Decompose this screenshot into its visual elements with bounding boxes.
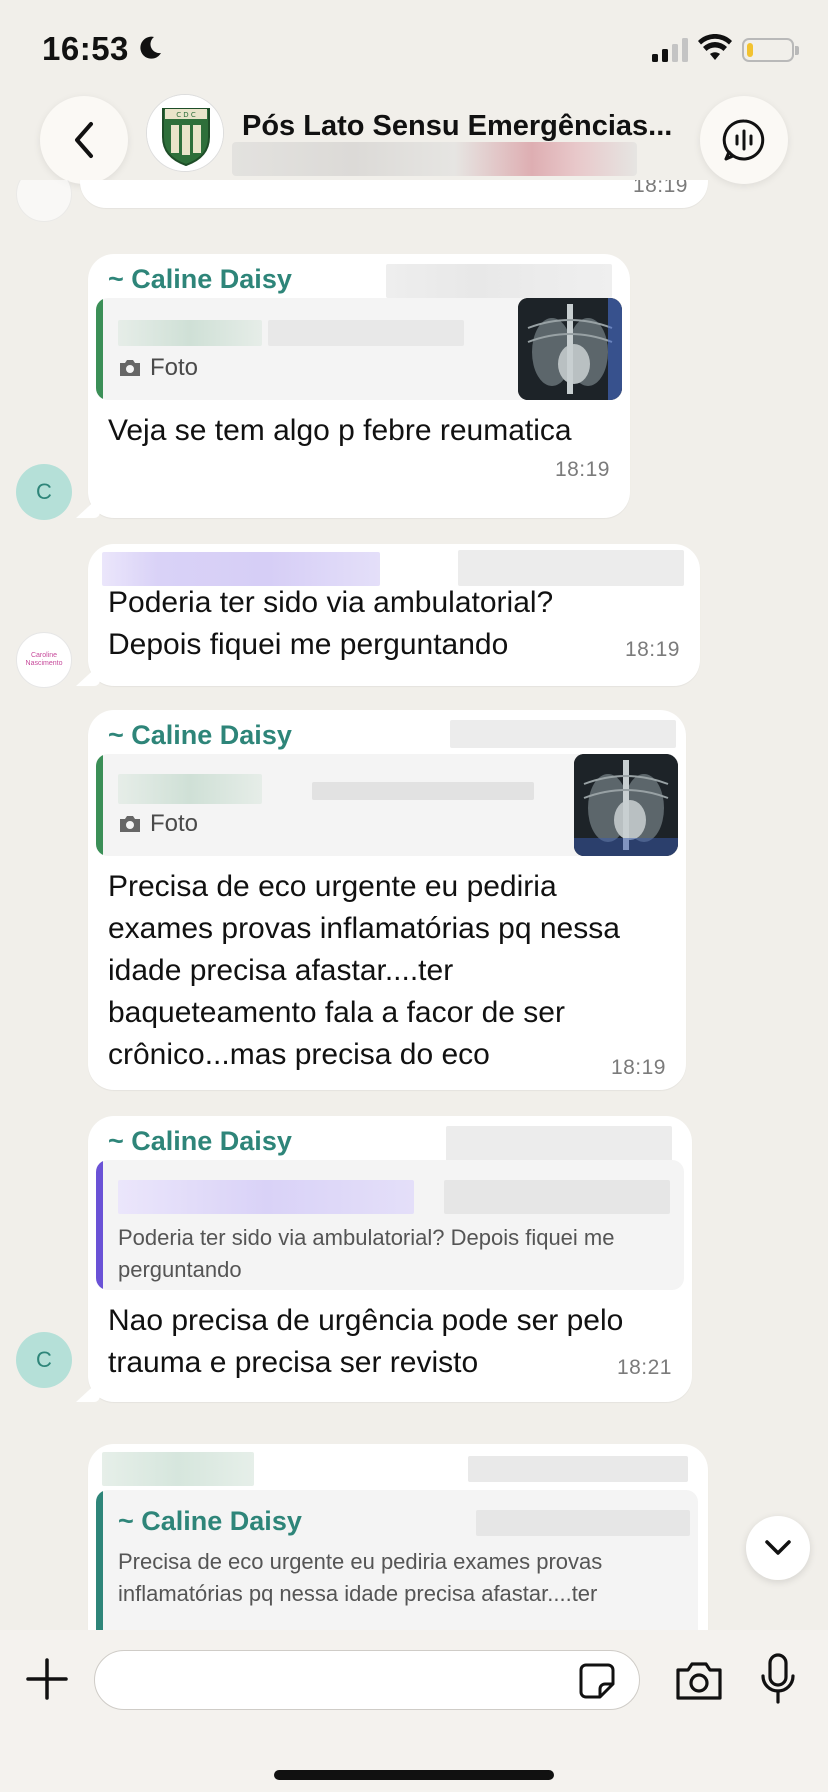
message-text: Nao precisa de urgência pode ser pelo tr…: [108, 1304, 624, 1379]
quote-sender-redacted: [118, 774, 262, 804]
phone-redacted: [468, 1456, 688, 1482]
quote-sender-redacted: [118, 1180, 414, 1214]
group-members-redacted: [232, 142, 637, 176]
sender-name: ~ Caline Daisy: [108, 1126, 292, 1156]
quote-sender-redacted: [118, 320, 262, 346]
audio-waveform-icon: [722, 119, 765, 161]
phone-redacted: [386, 264, 612, 298]
message-input[interactable]: [94, 1650, 640, 1710]
phone-redacted: [450, 720, 676, 748]
avatar[interactable]: C: [16, 464, 72, 520]
voice-chat-button[interactable]: [700, 96, 788, 184]
home-indicator: [274, 1770, 554, 1780]
message-bubble[interactable]: ~ Caline Daisy Poderia ter sido via ambu…: [76, 1116, 692, 1402]
quote-phone-redacted: [268, 320, 464, 346]
sender-redacted: [102, 552, 380, 586]
quoted-message[interactable]: Foto: [96, 298, 622, 400]
message-text-line: Poderia ter sido via ambulatorial?: [108, 586, 554, 619]
sender-name: ~ Caline Daisy: [108, 264, 292, 294]
status-time: 16:53: [42, 30, 129, 67]
phone-redacted: [446, 1126, 672, 1162]
sender-redacted: [102, 1452, 254, 1486]
quote-photo-label: Foto: [118, 354, 198, 382]
battery-icon: [742, 38, 799, 62]
quote-phone-redacted: [444, 1180, 670, 1214]
message-bubble[interactable]: ~ Caline Daisy Foto: [76, 254, 630, 518]
message-bubble[interactable]: ~ Caline Daisy Foto: [88, 710, 686, 1090]
quoted-message[interactable]: ~ Caline Daisy Precisa de eco urgente eu…: [96, 1490, 698, 1630]
microphone-icon[interactable]: [758, 1652, 798, 1706]
moon-icon: [140, 36, 161, 59]
composer-bar: [0, 1630, 828, 1792]
message-text: Precisa de eco urgente eu pediria exames…: [108, 870, 620, 1071]
message-time: 18:19: [610, 1056, 666, 1079]
cellular-signal-icon: [652, 38, 688, 62]
quoted-message[interactable]: Foto: [96, 754, 678, 856]
avatar[interactable]: Caroline Nascimento: [16, 632, 72, 688]
camera-icon[interactable]: [674, 1660, 724, 1702]
quote-phone-redacted: [476, 1510, 690, 1536]
message-bubble[interactable]: Poderia ter sido via ambulatorial? Depoi…: [76, 544, 700, 686]
message-text: Veja se tem algo p febre reumatica: [108, 414, 572, 447]
avatar[interactable]: C: [16, 1332, 72, 1388]
group-crest-logo: C D C: [147, 95, 223, 171]
group-avatar[interactable]: C D C: [146, 94, 224, 172]
quote-text: Poderia ter sido via ambulatorial? Depoi…: [118, 1225, 615, 1282]
message-time: 18:21: [616, 1356, 672, 1379]
quote-text: Precisa de eco urgente eu pediria exames…: [118, 1549, 603, 1606]
message-time: 18:19: [632, 180, 688, 197]
message-time: 18:19: [624, 638, 680, 661]
chevron-left-icon: [75, 122, 93, 158]
chevron-down-icon: [765, 1540, 791, 1555]
status-bar: 16:53: [0, 0, 828, 90]
xray-thumbnail[interactable]: [518, 298, 622, 400]
avatar[interactable]: [16, 180, 72, 222]
quote-sender-name: ~ Caline Daisy: [118, 1506, 302, 1536]
chat-messages[interactable]: 18:19 ~ Caline Daisy Foto Veja se tem al…: [0, 180, 828, 1630]
sticker-icon[interactable]: [578, 1662, 616, 1700]
message-time: 18:19: [554, 458, 610, 481]
phone-redacted: [458, 550, 684, 586]
scroll-to-bottom-button[interactable]: [746, 1516, 810, 1580]
quote-photo-label: Foto: [118, 810, 198, 838]
quote-phone-redacted: [312, 782, 534, 800]
group-title[interactable]: Pós Lato Sensu Emergências...: [242, 110, 672, 143]
xray-thumbnail[interactable]: [574, 754, 678, 856]
message-text-line: Depois fiquei me perguntando: [108, 628, 509, 661]
quoted-message[interactable]: Poderia ter sido via ambulatorial? Depoi…: [96, 1160, 684, 1290]
svg-text:C D C: C D C: [176, 111, 196, 119]
sender-name: ~ Caline Daisy: [108, 720, 292, 750]
back-button[interactable]: [40, 96, 128, 184]
camera-small-icon: [120, 360, 140, 376]
camera-small-icon: [120, 816, 140, 832]
plus-icon[interactable]: [24, 1656, 70, 1702]
wifi-icon: [698, 34, 732, 60]
message-bubble[interactable]: 18:19: [80, 180, 708, 208]
message-bubble[interactable]: ~ Caline Daisy Precisa de eco urgente eu…: [88, 1444, 708, 1630]
